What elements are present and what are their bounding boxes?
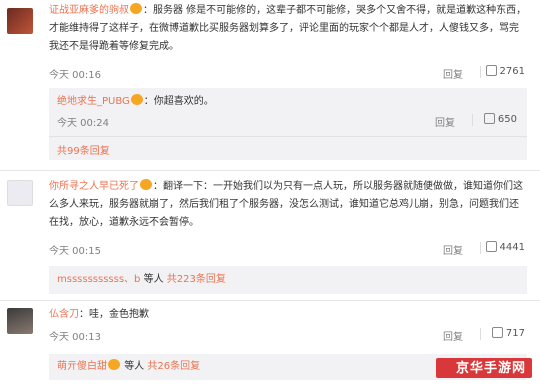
medal-icon: [130, 3, 142, 14]
thumbs-up-icon: [485, 241, 497, 252]
comment-time: 今天 00:16: [49, 70, 101, 81]
divider: [0, 170, 540, 171]
like-count: 4441: [499, 242, 525, 253]
medal-icon: [140, 179, 152, 190]
avatar[interactable]: [7, 8, 33, 34]
separator: [472, 114, 473, 126]
comment-username[interactable]: 仏含刀: [49, 309, 79, 320]
reply-body: 等人: [143, 274, 164, 285]
comment-text: 仏含刀：哇，金色抱歉: [49, 306, 527, 324]
watermark-text: 京华手游网: [455, 361, 526, 376]
more-replies-link[interactable]: 共223条回复: [167, 274, 226, 285]
reply-block: 绝地求生_PUBG ：你超喜欢的。 今天 00:24 回复 650 共99条回复: [49, 88, 527, 160]
reply-username[interactable]: 绝地求生_PUBG: [57, 96, 130, 107]
comment-username[interactable]: 证战亚麻爹的驹叔: [49, 5, 129, 16]
comment-time: 今天 00:15: [49, 246, 101, 257]
reply-button[interactable]: 回复: [435, 114, 455, 129]
medal-icon: [108, 359, 120, 370]
comment-body: ：哇，金色抱歉: [79, 309, 149, 320]
avatar[interactable]: [7, 180, 33, 206]
reply-body: 等人: [124, 361, 145, 372]
comment-text: 证战亚麻爹的驹叔 ：服务器 修是不可能修的，这辈子都不可能修，哭多个又舍不得，就是…: [49, 2, 527, 56]
like-button[interactable]: 650: [483, 113, 517, 125]
reply-time: 今天 00:24: [57, 118, 109, 129]
like-button[interactable]: 4441: [485, 241, 525, 253]
like-count: 2761: [499, 66, 525, 77]
medal-icon: [130, 94, 143, 105]
comment-time: 今天 00:13: [49, 332, 101, 343]
reply-text: 绝地求生_PUBG ：你超喜欢的。: [57, 94, 519, 110]
reply-username[interactable]: msssssssssss、b: [57, 274, 140, 285]
comment-1: 证战亚麻爹的驹叔 ：服务器 修是不可能修的，这辈子都不可能修，哭多个又舍不得，就是…: [0, 0, 540, 90]
separator: [480, 66, 481, 78]
reply-block: msssssssssss、b 等人 共223条回复: [49, 266, 527, 294]
divider: [49, 136, 527, 137]
reply-meta: 今天 00:24 回复 650: [57, 113, 519, 129]
divider: [0, 300, 540, 301]
thumbs-up-icon: [483, 113, 495, 124]
reply-summary: msssssssssss、b 等人 共223条回复: [57, 272, 519, 288]
comment-meta: 今天 00:16 回复 2761: [49, 65, 527, 81]
reply-body: ：你超喜欢的。: [143, 96, 214, 107]
comment-2: 你所寻之人早已死了 ：翻译一下：一开始我们以为只有一点人玩，所以服务器就随便做做，…: [0, 172, 540, 262]
thumbs-up-icon: [485, 65, 497, 76]
site-watermark: 京华手游网: [436, 332, 532, 378]
reply-username[interactable]: 萌亓傻白甜: [57, 361, 107, 372]
like-count: 650: [497, 114, 517, 125]
comment-username[interactable]: 你所寻之人早已死了: [49, 181, 139, 192]
separator: [480, 242, 481, 254]
more-replies-link[interactable]: 共99条回复: [57, 142, 519, 157]
reply-button[interactable]: 回复: [443, 242, 463, 257]
more-replies-link[interactable]: 共26条回复: [147, 361, 200, 372]
comment-meta: 今天 00:15 回复 4441: [49, 241, 527, 257]
comment-text: 你所寻之人早已死了 ：翻译一下：一开始我们以为只有一点人玩，所以服务器就随便做做，…: [49, 178, 527, 232]
reply-button[interactable]: 回复: [443, 66, 463, 81]
avatar[interactable]: [7, 308, 33, 334]
like-button[interactable]: 2761: [485, 65, 525, 77]
